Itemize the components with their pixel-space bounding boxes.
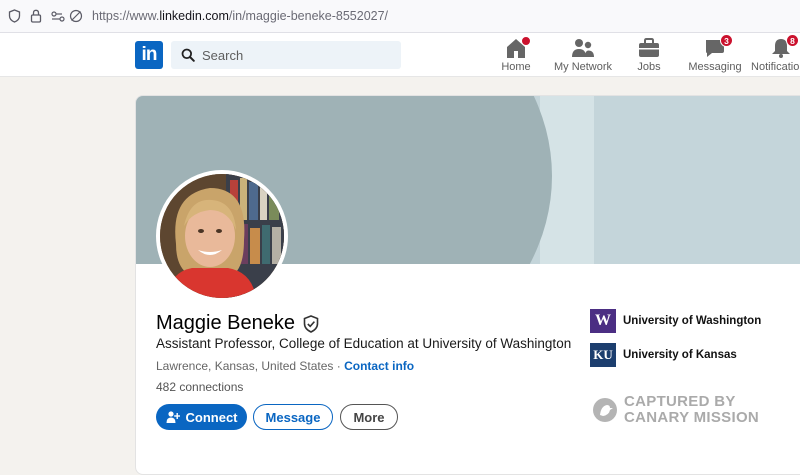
watermark-text: CAPTURED BY CANARY MISSION: [624, 394, 759, 426]
search-box[interactable]: [171, 41, 401, 69]
education-name: University of Washington: [623, 315, 762, 327]
nav-item-label: My Network: [553, 61, 613, 73]
add-person-icon: [166, 411, 180, 423]
education-item-ku[interactable]: KU University of Kansas: [590, 343, 737, 367]
people-icon: [571, 37, 595, 59]
nav-item-label: Messaging: [688, 61, 742, 73]
tracking-blocked-icon[interactable]: [68, 8, 84, 24]
shield-icon[interactable]: [6, 8, 22, 24]
search-icon: [181, 48, 195, 62]
notifications-badge: 8: [786, 34, 799, 47]
verified-shield-icon[interactable]: [303, 314, 319, 333]
messaging-badge: 3: [720, 34, 733, 47]
nav-item-label: Notifications: [751, 61, 800, 73]
linkedin-logo[interactable]: in: [135, 41, 163, 69]
canary-mission-watermark: CAPTURED BY CANARY MISSION: [592, 394, 759, 426]
briefcase-icon: [637, 37, 661, 59]
contact-info-link[interactable]: Contact info: [344, 359, 414, 373]
watermark-line1: CAPTURED BY: [624, 393, 736, 410]
connections-count[interactable]: 482 connections: [156, 380, 243, 394]
profile-name: Maggie Beneke: [156, 312, 319, 335]
url-host: linkedin.com: [159, 9, 229, 23]
url-text[interactable]: https://www.linkedin.com/in/maggie-benek…: [92, 9, 388, 23]
profile-card: Maggie Beneke Assistant Professor, Colle…: [135, 95, 800, 475]
bell-icon: 8: [769, 34, 799, 59]
more-button[interactable]: More: [340, 404, 398, 430]
connect-button[interactable]: Connect: [156, 404, 247, 430]
canary-bird-icon: [593, 398, 617, 422]
home-icon: [504, 36, 531, 59]
profile-headline: Assistant Professor, College of Educatio…: [156, 336, 572, 351]
chat-icon: 3: [703, 34, 733, 59]
lock-icon[interactable]: [28, 8, 44, 24]
url-prefix: https://www.: [92, 9, 160, 23]
permissions-icon[interactable]: [50, 8, 66, 24]
avatar[interactable]: [156, 170, 288, 302]
connect-button-label: Connect: [185, 409, 238, 425]
search-input[interactable]: [202, 47, 382, 63]
profile-name-text: Maggie Beneke: [156, 312, 295, 334]
profile-location: Lawrence, Kansas, United States · Contac…: [156, 359, 414, 373]
nav-item-my-network[interactable]: My Network: [548, 37, 618, 73]
message-button[interactable]: Message: [253, 404, 333, 430]
nav-item-label: Home: [501, 61, 531, 73]
linkedin-nav-bar: in Home My Network Jobs 3 Messaging 8: [0, 33, 800, 77]
uw-logo: W: [590, 309, 616, 333]
education-name: University of Kansas: [623, 349, 737, 361]
nav-item-notifications[interactable]: 8 Notifications: [746, 34, 800, 73]
nav-item-home[interactable]: Home: [481, 36, 551, 73]
location-separator: ·: [333, 359, 345, 373]
nav-item-messaging[interactable]: 3 Messaging: [680, 34, 750, 73]
nav-item-label: Jobs: [637, 61, 661, 73]
home-badge-dot: [521, 36, 531, 46]
ku-logo: KU: [590, 343, 616, 367]
browser-url-bar: https://www.linkedin.com/in/maggie-benek…: [0, 0, 800, 33]
education-item-uw[interactable]: W University of Washington: [590, 309, 761, 333]
url-path: /in/maggie-beneke-8552027/: [228, 9, 389, 23]
watermark-line2: CANARY MISSION: [624, 409, 760, 426]
nav-item-jobs[interactable]: Jobs: [614, 37, 684, 73]
location-text: Lawrence, Kansas, United States: [156, 359, 334, 373]
